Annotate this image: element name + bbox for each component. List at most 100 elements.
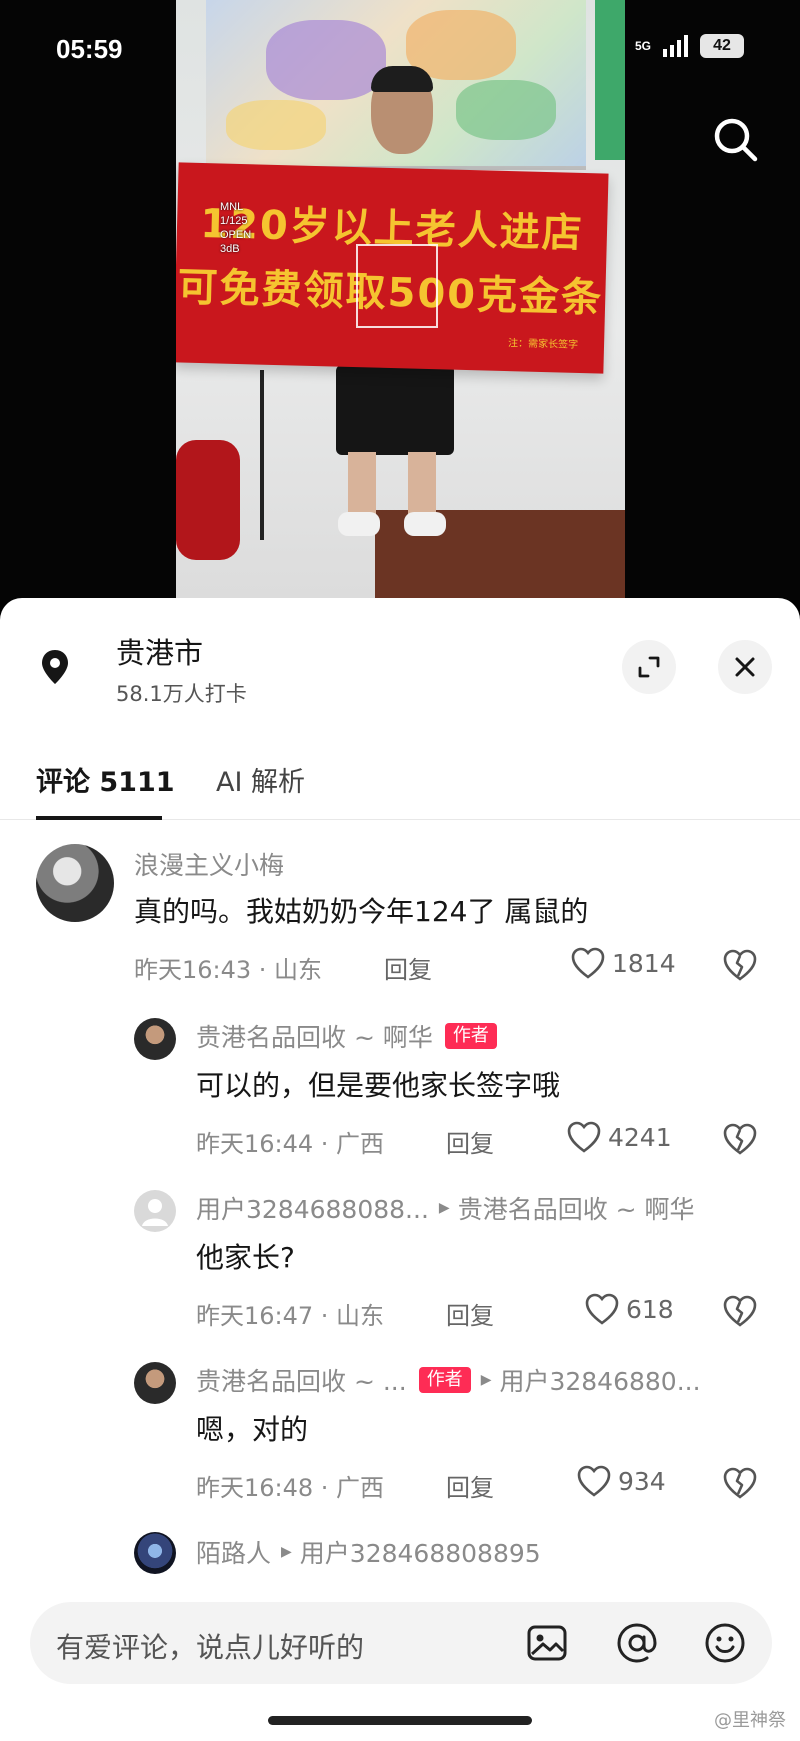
reply-button[interactable]: 回复	[446, 1296, 494, 1331]
person-hair	[371, 66, 433, 92]
focus-box	[356, 244, 438, 328]
dislike-button[interactable]	[722, 948, 758, 982]
tab-bar: 评论 5111 AI 解析	[0, 728, 800, 820]
avatar[interactable]	[134, 1018, 176, 1060]
signal-icon	[663, 35, 688, 57]
comment-username-text: 贵港名品回收 ~ 啊华	[196, 1023, 433, 1052]
status-indicators: 5G 42	[635, 34, 744, 58]
comment-time-region: 昨天16:44 · 广西	[196, 1130, 385, 1158]
comment-username[interactable]: 陌路人 ▶ 用户328468808895	[196, 1534, 541, 1570]
author-badge: 作者	[444, 1023, 497, 1049]
video-frame: 120岁以上老人进店 可免费领取500克金条 注：需家长签字 MNL 1/125…	[176, 0, 625, 600]
comment-username-text: 浪漫主义小梅	[134, 851, 285, 880]
person-shoe	[404, 512, 446, 536]
comment-text: 嗯，对的	[196, 1413, 309, 1446]
at-icon[interactable]	[614, 1620, 660, 1666]
dislike-button[interactable]	[722, 1294, 758, 1328]
comment-reply-item: 陌路人 ▶ 用户328468808895	[0, 1528, 800, 1588]
tab-ai-analysis[interactable]: AI 解析	[216, 760, 305, 799]
comment-input[interactable]: 有爱评论，说点儿好听的	[56, 1626, 364, 1666]
comment-text: 可以的，但是要他家长签字哦	[196, 1069, 561, 1102]
like-button[interactable]: 4241	[566, 1120, 672, 1154]
like-count: 934	[618, 1466, 666, 1496]
location-name: 贵港市	[116, 636, 204, 670]
camera-info-shutter: 1/125	[220, 215, 248, 227]
comment-time-region: 昨天16:47 · 山东	[196, 1302, 385, 1330]
battery-indicator: 42	[700, 34, 744, 58]
comment-username[interactable]: 贵港名品回收 ~ ... 作者 ▶ 用户32846880...	[196, 1362, 701, 1398]
comment-username[interactable]: 浪漫主义小梅	[134, 846, 284, 882]
avatar[interactable]	[134, 1362, 176, 1404]
watermark: @里神祭	[714, 1710, 786, 1731]
person-shorts	[336, 365, 454, 455]
comment-text: 真的吗。我姑奶奶今年124了 属鼠的	[134, 895, 589, 928]
expand-icon	[638, 656, 660, 678]
search-icon[interactable]	[708, 112, 764, 168]
dislike-button[interactable]	[722, 1122, 758, 1156]
dislike-button[interactable]	[722, 1466, 758, 1500]
expand-button[interactable]	[622, 640, 676, 694]
like-button[interactable]: 1814	[570, 946, 676, 980]
network-type: 5G	[634, 39, 651, 53]
camera-info-aperture: OPEN	[220, 229, 252, 241]
home-indicator	[268, 1716, 532, 1725]
reply-arrow-icon: ▶	[281, 1544, 292, 1560]
reply-button[interactable]: 回复	[384, 950, 432, 985]
camera-info-overlay: MNL 1/125 OPEN 3dB	[220, 200, 251, 256]
avatar[interactable]	[36, 844, 114, 922]
comment-username-text: 贵港名品回收 ~ ...	[196, 1367, 407, 1396]
tab-comments[interactable]: 评论 5111	[36, 760, 175, 799]
green-sign	[595, 0, 625, 160]
dislike-heart-icon	[723, 1123, 757, 1155]
reply-to-username: 用户328468808895	[299, 1539, 541, 1568]
heart-icon	[577, 1465, 611, 1497]
reply-arrow-icon: ▶	[480, 1372, 492, 1388]
dislike-heart-icon	[723, 1295, 757, 1327]
location-pin-icon	[40, 648, 70, 686]
image-icon[interactable]	[524, 1620, 570, 1666]
comment-time-region: 昨天16:48 · 广西	[196, 1474, 385, 1502]
reply-arrow-icon: ▶	[438, 1200, 450, 1216]
comment-item: 浪漫主义小梅 真的吗。我姑奶奶今年124了 属鼠的 昨天16:43 · 山东 回…	[0, 840, 800, 1000]
reply-to-username: 贵港名品回收 ~ 啊华	[457, 1195, 695, 1224]
location-header[interactable]: 贵港市 58.1万人打卡	[0, 598, 800, 728]
comment-reply-item: 用户3284688088... ▶ 贵港名品回收 ~ 啊华 他家长? 昨天16:…	[0, 1184, 800, 1334]
banner-note: 注：需家长签字	[507, 338, 579, 351]
comment-reply-item: 贵港名品回收 ~ 啊华 作者 可以的，但是要他家长签字哦 昨天16:44 · 广…	[0, 1012, 800, 1162]
reply-to-username: 用户32846880...	[499, 1367, 701, 1396]
heart-icon	[567, 1121, 601, 1153]
avatar[interactable]	[134, 1190, 176, 1232]
like-count: 1814	[612, 948, 676, 978]
like-count: 4241	[608, 1122, 672, 1152]
heart-icon	[571, 947, 605, 979]
tripod	[260, 370, 264, 540]
close-icon	[735, 657, 755, 677]
reply-button[interactable]: 回复	[446, 1124, 494, 1159]
comment-username[interactable]: 用户3284688088... ▶ 贵港名品回收 ~ 啊华	[196, 1190, 695, 1226]
comment-username-text: 用户3284688088...	[196, 1195, 429, 1224]
comment-input-bar[interactable]: 有爱评论，说点儿好听的	[30, 1602, 772, 1684]
video-player[interactable]: 120岁以上老人进店 可免费领取500克金条 注：需家长签字 MNL 1/125…	[0, 0, 800, 600]
like-button[interactable]: 934	[576, 1464, 666, 1498]
person-shoe	[338, 512, 380, 536]
comment-time-region: 昨天16:43 · 山东	[134, 956, 323, 984]
heart-icon	[585, 1293, 619, 1325]
close-button[interactable]	[718, 640, 772, 694]
reply-button[interactable]: 回复	[446, 1468, 494, 1503]
red-bag	[176, 440, 240, 560]
comment-reply-item: 贵港名品回收 ~ ... 作者 ▶ 用户32846880... 嗯，对的 昨天1…	[0, 1356, 800, 1506]
comment-text: 他家长?	[196, 1241, 295, 1274]
tab-active-indicator	[36, 816, 162, 820]
dislike-heart-icon	[723, 1467, 757, 1499]
like-count: 618	[626, 1294, 674, 1324]
camera-info-gain: 3dB	[220, 243, 240, 255]
comments-sheet: 贵港市 58.1万人打卡 评论 5111 AI 解析 浪漫主义小梅 真的吗。我姑…	[0, 598, 800, 1741]
avatar[interactable]	[134, 1532, 176, 1574]
default-avatar-icon	[142, 1199, 168, 1226]
like-button[interactable]: 618	[584, 1292, 674, 1326]
location-checkins: 58.1万人打卡	[116, 682, 247, 706]
comment-username[interactable]: 贵港名品回收 ~ 啊华 作者	[196, 1018, 497, 1054]
emoji-icon[interactable]	[702, 1620, 748, 1666]
camera-info-mode: MNL	[220, 201, 244, 213]
status-time: 05:59	[56, 34, 123, 64]
